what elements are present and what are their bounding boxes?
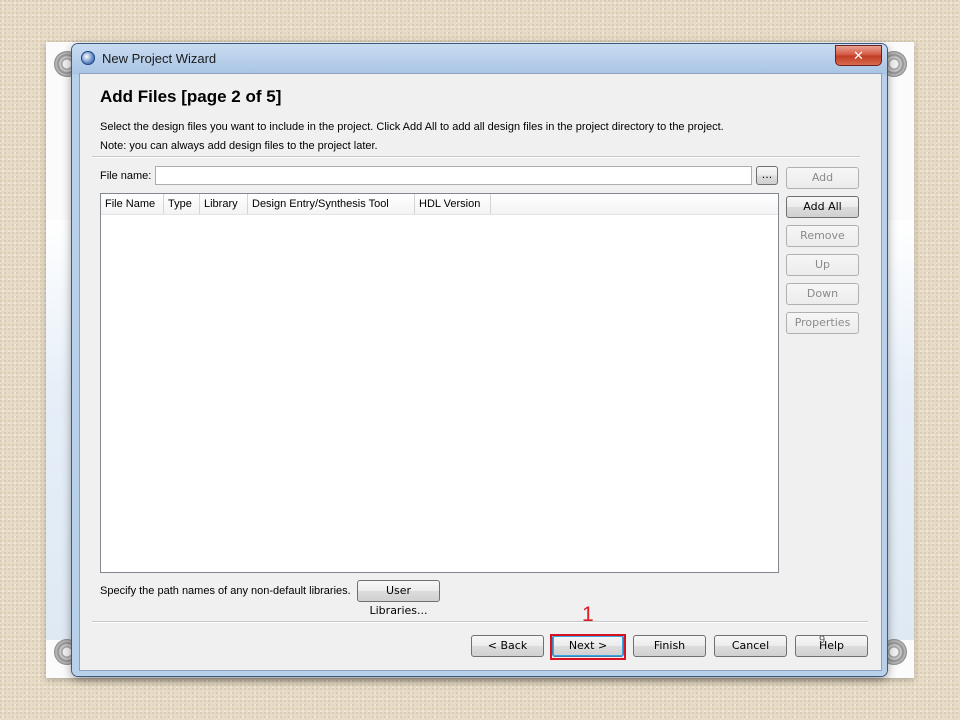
file-name-label: File name: xyxy=(100,170,152,182)
instruction-text: Select the design files you want to incl… xyxy=(100,121,724,133)
page-title: Add Files [page 2 of 5] xyxy=(100,87,282,106)
up-button[interactable]: Up xyxy=(786,254,859,276)
header-separator xyxy=(92,156,860,158)
add-button[interactable]: Add xyxy=(786,167,859,189)
title-bar[interactable]: New Project Wizard ✕ xyxy=(72,44,887,72)
finish-button[interactable]: Finish xyxy=(633,635,706,657)
column-header-type[interactable]: Type xyxy=(164,194,200,214)
footer-separator xyxy=(92,621,868,623)
column-header-library[interactable]: Library xyxy=(200,194,248,214)
back-button[interactable]: < Back xyxy=(471,635,544,657)
files-table[interactable]: File Name Type Library Design Entry/Synt… xyxy=(100,193,779,573)
help-button[interactable]: Help xyxy=(795,635,868,657)
step-number-annotation: 1 xyxy=(582,603,594,626)
cancel-button[interactable]: Cancel xyxy=(714,635,787,657)
file-name-input[interactable] xyxy=(155,166,752,185)
note-text: Note: you can always add design files to… xyxy=(100,140,378,152)
remove-button[interactable]: Remove xyxy=(786,225,859,247)
slide-number: 9 xyxy=(819,634,826,646)
add-all-button[interactable]: Add All xyxy=(786,196,859,218)
column-header-hdl-version[interactable]: HDL Version xyxy=(415,194,491,214)
properties-button[interactable]: Properties xyxy=(786,312,859,334)
next-button[interactable]: Next > xyxy=(552,635,624,657)
libraries-text: Specify the path names of any non-defaul… xyxy=(100,585,351,597)
window-title: New Project Wizard xyxy=(102,51,217,66)
close-button[interactable]: ✕ xyxy=(835,45,882,66)
down-button[interactable]: Down xyxy=(786,283,859,305)
column-header-file-name[interactable]: File Name xyxy=(101,194,164,214)
browse-button[interactable]: ... xyxy=(756,166,778,185)
wizard-content: Add Files [page 2 of 5] Select the desig… xyxy=(79,73,882,671)
app-globe-icon xyxy=(81,51,95,65)
column-header-design-entry-tool[interactable]: Design Entry/Synthesis Tool xyxy=(248,194,415,214)
wizard-window: New Project Wizard ✕ Add Files [page 2 o… xyxy=(72,44,887,676)
user-libraries-button[interactable]: User Libraries... xyxy=(357,580,440,617)
table-header: File Name Type Library Design Entry/Synt… xyxy=(101,194,778,215)
